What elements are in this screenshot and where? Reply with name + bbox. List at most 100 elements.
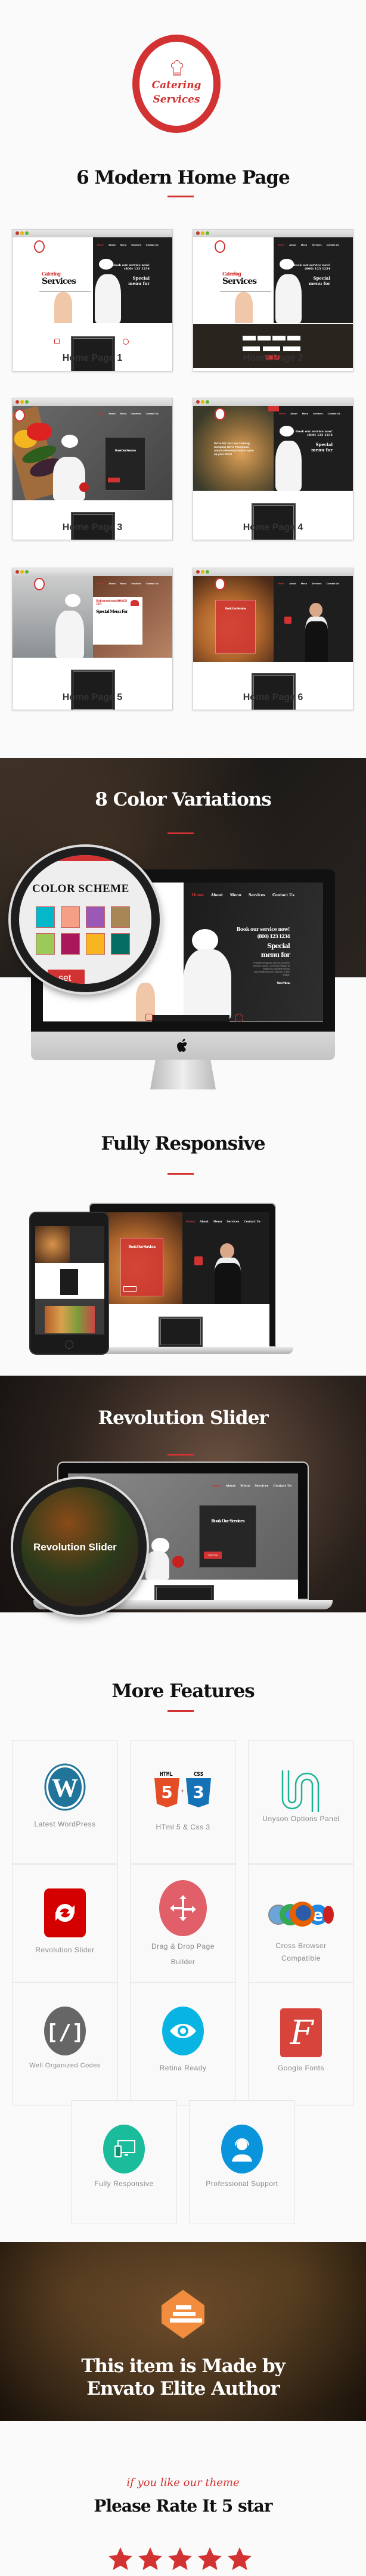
catering-logo: Catering Services — [132, 35, 221, 133]
title-underline — [168, 196, 194, 197]
color-swatch[interactable] — [61, 906, 80, 928]
color-swatch[interactable] — [36, 906, 55, 928]
mock-body: Praesent vestibulum aenean nonummy hendr… — [253, 962, 290, 976]
rate-title: Please Rate It 5 star — [94, 2496, 272, 2516]
title-underline — [168, 1454, 194, 1456]
svg-text:3: 3 — [193, 1782, 204, 1802]
home-page-4-label[interactable]: Home Page 4 — [193, 522, 353, 533]
svg-text:5: 5 — [161, 1782, 172, 1802]
form-title: Book Our Services — [225, 607, 247, 611]
author-title-line-2: Envato Elite Author — [86, 2378, 280, 2399]
mock-book-services: Book Our Services — [211, 1518, 244, 1524]
hero-caption: We're Not Just any Catering Company We'r… — [214, 442, 254, 456]
home-page-6-preview[interactable]: Book Our Services Home About Menu Services C… — [193, 568, 353, 710]
home-page-3-label[interactable]: Home Page 3 — [12, 522, 173, 533]
feature-tile: Unyson Options Panel — [248, 1740, 354, 1864]
feature-tile: Fully Responsive — [71, 2100, 177, 2224]
mock-nav: Home About Menu Services Contact Us — [192, 893, 294, 897]
form-title: Book Our Services — [114, 449, 137, 453]
reset-button[interactable]: set — [48, 970, 85, 984]
star-icon[interactable] — [167, 2546, 193, 2572]
section-title-responsive: Fully Responsive — [101, 1133, 265, 1154]
html5-css3-icon: HTML CSS 5 +3 — [154, 1772, 211, 1807]
section-title-revolution: Revolution Slider — [98, 1407, 268, 1429]
section-title-features: More Features — [111, 1680, 255, 1702]
home-page-6-label[interactable]: Home Page 6 — [193, 692, 353, 703]
code-brackets-icon: [/] — [44, 2007, 86, 2055]
star-icon[interactable] — [107, 2546, 134, 2572]
svg-text:F: F — [290, 2014, 315, 2052]
rate-script-line: if you like our theme — [126, 2476, 240, 2489]
hero-services: Services — [222, 277, 257, 286]
home-page-2-preview[interactable]: Catering Services Home About Menu Services C… — [193, 229, 353, 371]
feature-tile: Revolution Slider — [12, 1864, 118, 1988]
color-swatch[interactable] — [86, 906, 105, 928]
revolution-badge: Revolution Slider — [33, 1541, 117, 1553]
refresh-icon — [44, 1888, 86, 1937]
color-scheme-magnifier: COLOR SCHEME set — [11, 847, 160, 992]
title-underline — [168, 1710, 194, 1712]
feature-tile: W Latest WordPress — [12, 1740, 118, 1864]
apple-logo-icon — [177, 1039, 187, 1052]
home-page-5-preview[interactable]: Home About Menu Services Contact Us Book our… — [12, 568, 173, 710]
feature-tile: HTML CSS 5 +3 HTml 5 & Css 3 — [130, 1740, 236, 1864]
wordpress-icon: W — [44, 1763, 86, 1811]
envato-elite-badge-icon — [162, 2290, 204, 2339]
mock-special: Special — [267, 942, 290, 950]
feature-tile: [/] Well Organized Codes — [12, 1982, 118, 2106]
svg-text:CSS: CSS — [194, 1772, 203, 1778]
feature-tile: Drag & Drop Page Builder — [130, 1864, 236, 1988]
logo-line-1: Catering — [151, 79, 201, 91]
svg-text:+: + — [181, 1788, 184, 1795]
logo-line-2: Services — [153, 94, 200, 106]
color-swatch[interactable] — [111, 933, 130, 955]
card-title: Special Menu For — [96, 609, 128, 614]
feature-tile: F Google Fonts — [248, 1982, 354, 2106]
hero-catering: Catering — [42, 271, 61, 277]
color-swatch[interactable] — [61, 933, 80, 955]
chef-hat-icon — [170, 60, 184, 76]
star-icon[interactable] — [197, 2546, 223, 2572]
unyson-icon — [281, 1770, 320, 1812]
feature-tile: Professional Support — [189, 2100, 295, 2224]
browsers-icon: e — [268, 1902, 334, 1927]
mock-book-line: Book our service now! — [236, 926, 290, 932]
star-icon[interactable] — [227, 2546, 253, 2572]
laptop-mockup: Book Our Services Home About Menu Services C… — [89, 1203, 276, 1347]
google-fonts-icon: F — [280, 2008, 322, 2057]
home-page-4-preview[interactable]: We're Not Just any Catering Company We'r… — [193, 398, 353, 540]
color-scheme-title: COLOR SCHEME — [32, 883, 129, 895]
feature-tile: e Cross Browser Compatible — [248, 1864, 354, 1988]
title-underline — [168, 832, 194, 834]
color-swatch[interactable] — [36, 933, 55, 955]
card-subtitle: Book our service now! (800) 123 1234 — [96, 600, 127, 606]
imac-chin — [31, 1032, 335, 1060]
mock-view-menu: View Menu — [277, 982, 290, 985]
title-underline — [168, 1173, 194, 1175]
eye-icon — [162, 2007, 204, 2055]
color-swatch[interactable] — [86, 933, 105, 955]
devices-icon — [103, 2125, 145, 2174]
laptop-base — [101, 1347, 293, 1354]
tablet-mockup — [29, 1212, 109, 1355]
svg-text:[/]: [/] — [45, 2020, 84, 2045]
svg-text:W: W — [52, 1773, 78, 1803]
star-rating[interactable] — [107, 2546, 262, 2574]
hero-services: Services — [42, 277, 76, 286]
mock-order-now: Order Now — [204, 1552, 222, 1559]
home-page-2-label[interactable]: Home Page 2 — [193, 353, 353, 364]
star-icon[interactable] — [137, 2546, 163, 2572]
mock-menu-for: menu for — [260, 951, 290, 959]
home-page-1-label[interactable]: Home Page 1 — [12, 353, 173, 364]
support-agent-icon — [221, 2125, 263, 2174]
color-swatch[interactable] — [111, 906, 130, 928]
imac-stand — [150, 1060, 216, 1089]
home-page-3-preview[interactable]: Home About Menu Services Contact Us Book Our… — [12, 398, 173, 540]
color-swatches — [36, 906, 134, 955]
svg-text:HTML: HTML — [160, 1772, 173, 1778]
section-title-home-pages: 6 Modern Home Page — [76, 167, 290, 188]
section-title-colors: 8 Color Variations — [95, 789, 272, 810]
home-page-5-label[interactable]: Home Page 5 — [12, 692, 173, 703]
feature-tile: Retina Ready — [130, 1982, 236, 2106]
home-page-1-preview[interactable]: Catering Services Home About Menu Services C… — [12, 229, 173, 371]
